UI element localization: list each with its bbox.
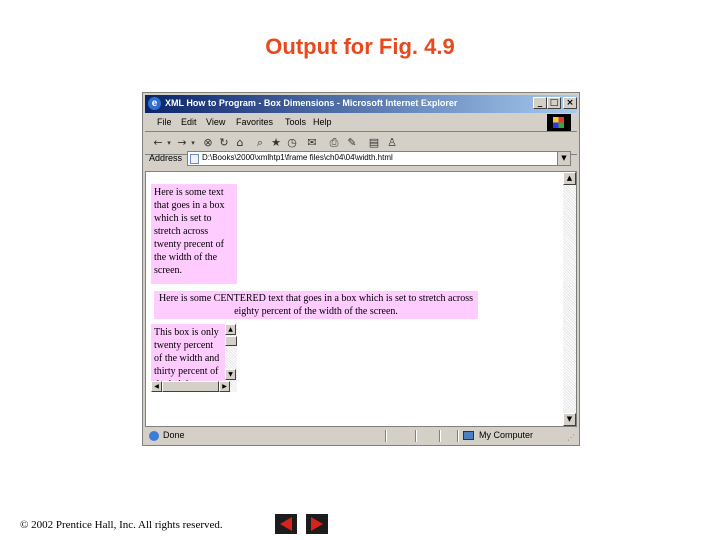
status-divider xyxy=(415,430,417,442)
page-scroll-down-icon[interactable]: ▼ xyxy=(563,413,576,426)
menu-edit[interactable]: Edit xyxy=(181,117,197,127)
menu-view[interactable]: View xyxy=(206,117,225,127)
scroll-down-icon[interactable]: ▼ xyxy=(225,369,236,380)
box-hscroll-thumb[interactable] xyxy=(162,381,219,392)
menu-file[interactable]: File xyxy=(157,117,172,127)
status-bar: Done My Computer ⋰ xyxy=(145,429,577,443)
page-viewport: Here is some text that goes in a box whi… xyxy=(145,171,577,427)
page-vertical-scrollbar[interactable]: ▲ ▼ xyxy=(563,172,576,426)
address-label: Address xyxy=(149,153,183,163)
security-zone: My Computer xyxy=(479,430,534,440)
address-value[interactable]: D:\Books\2000\xmlhtp1\frame files\ch04\0… xyxy=(202,153,393,162)
title-bar: e XML How to Program - Box Dimensions - … xyxy=(145,95,577,113)
address-bar: Address D:\Books\2000\xmlhtp1\frame file… xyxy=(145,150,577,168)
refresh-icon[interactable]: ↻ xyxy=(217,136,231,150)
page-done-icon xyxy=(149,431,159,441)
mail-icon[interactable]: ✉ xyxy=(305,136,319,150)
home-icon[interactable]: ⌂ xyxy=(233,136,247,150)
back-dropdown-icon[interactable]: ▾ xyxy=(165,136,173,150)
forward-icon[interactable]: → xyxy=(175,136,189,150)
menu-tools[interactable]: Tools xyxy=(285,117,306,127)
favorites-icon[interactable]: ★ xyxy=(269,136,283,150)
box-vertical-scrollbar[interactable]: ▲ ▼ xyxy=(225,324,237,381)
history-icon[interactable]: ◷ xyxy=(285,136,299,150)
window-title: XML How to Program - Box Dimensions - Mi… xyxy=(165,98,458,108)
menu-bar: File Edit View Favorites Tools Help xyxy=(145,114,577,132)
address-field[interactable]: D:\Books\2000\xmlhtp1\frame files\ch04\0… xyxy=(187,151,571,166)
slide-title: Output for Fig. 4.9 xyxy=(265,34,455,59)
search-icon[interactable]: ⌕ xyxy=(253,136,267,150)
copyright-text: 2002 Prentice Hall, Inc. All rights rese… xyxy=(31,519,223,531)
resize-grip-icon[interactable]: ⋰ xyxy=(567,433,575,442)
status-divider xyxy=(457,430,459,442)
print-icon[interactable]: ⎙ xyxy=(327,136,341,150)
next-slide-icon[interactable] xyxy=(306,514,328,534)
page-scroll-up-icon[interactable]: ▲ xyxy=(563,172,576,185)
overflow-box-text: This box is only twenty percent of the w… xyxy=(154,327,220,382)
scroll-up-icon[interactable]: ▲ xyxy=(225,324,236,335)
copyright-notice: © 2002 Prentice Hall, Inc. All rights re… xyxy=(20,519,223,531)
forward-dropdown-icon[interactable]: ▾ xyxy=(189,136,197,150)
messenger-icon[interactable]: ♙ xyxy=(385,136,399,150)
copyright-symbol: © xyxy=(20,519,29,531)
address-dropdown-icon[interactable]: ▼ xyxy=(557,152,570,165)
edit-icon[interactable]: ✎ xyxy=(345,136,359,150)
close-button[interactable]: × xyxy=(563,97,577,109)
status-divider xyxy=(385,430,387,442)
box-horizontal-scrollbar[interactable]: ◀ ▶ xyxy=(151,381,237,392)
box-scroll-thumb[interactable] xyxy=(225,336,237,346)
twenty-percent-box: Here is some text that goes in a box whi… xyxy=(151,184,237,284)
browser-window: e XML How to Program - Box Dimensions - … xyxy=(142,92,580,446)
discuss-icon[interactable]: ▤ xyxy=(367,136,381,150)
back-icon[interactable]: ← xyxy=(151,136,165,150)
my-computer-icon xyxy=(463,431,474,440)
overflow-scroll-box: This box is only twenty percent of the w… xyxy=(151,324,237,392)
status-divider xyxy=(439,430,441,442)
maximize-button[interactable]: □ xyxy=(547,97,561,109)
status-text: Done xyxy=(163,430,185,440)
minimize-button[interactable]: _ xyxy=(533,97,547,109)
scroll-left-icon[interactable]: ◀ xyxy=(151,381,162,392)
menu-help[interactable]: Help xyxy=(313,117,332,127)
menu-favorites[interactable]: Favorites xyxy=(236,117,273,127)
internet-explorer-icon: e xyxy=(148,97,161,110)
windows-logo-icon xyxy=(547,114,571,131)
scroll-right-icon[interactable]: ▶ xyxy=(219,381,230,392)
centered-eighty-percent-box: Here is some CENTERED text that goes in … xyxy=(154,291,478,319)
page-icon xyxy=(190,154,199,164)
previous-slide-icon[interactable] xyxy=(275,514,297,534)
stop-icon[interactable]: ⊗ xyxy=(201,136,215,150)
